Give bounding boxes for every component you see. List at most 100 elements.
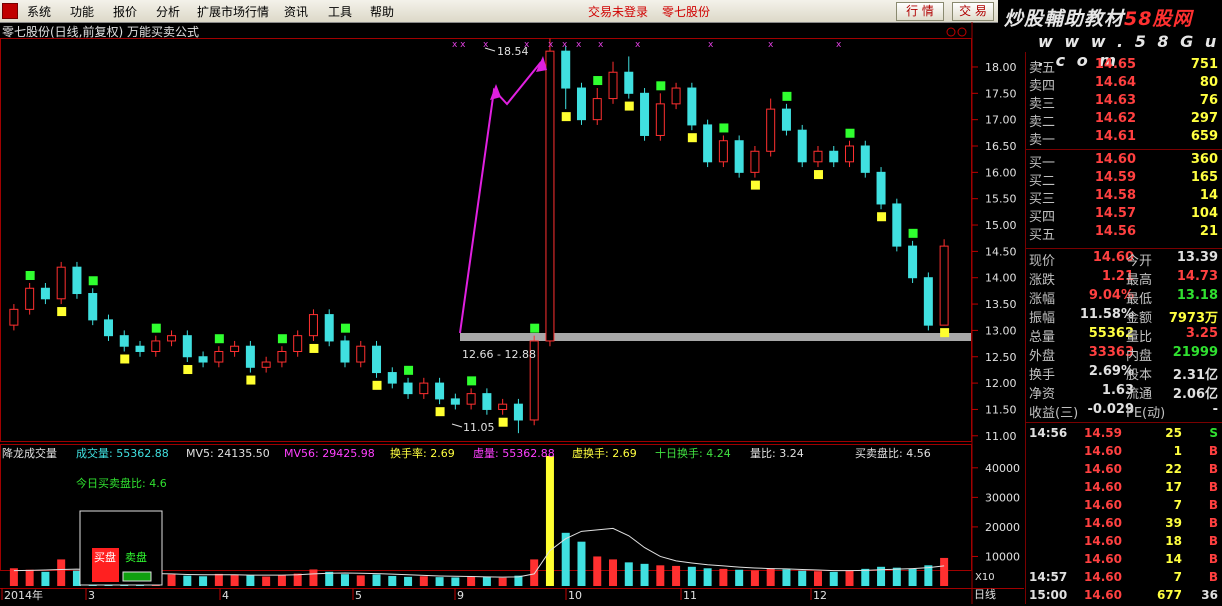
stat-value-2: 7973万 [1168, 311, 1218, 326]
candle-body [293, 335, 303, 352]
bid-row: 买三 14.58 14 [1026, 188, 1222, 207]
ask-volume: 297 [1190, 111, 1218, 126]
volume-bar [672, 565, 681, 586]
bid-row: 买五 14.56 21 [1026, 224, 1222, 243]
stat-value: 11.58% [1079, 307, 1134, 322]
volume-bar [372, 574, 381, 586]
candle-body [655, 103, 665, 136]
low-price-pointer [451, 423, 463, 428]
menu-extended-market[interactable]: 扩展市场行情 [197, 3, 269, 20]
tick-row: 15:00 14.60 677 36 [1026, 588, 1222, 606]
candle-body [9, 308, 19, 326]
trend-arrow-head-2 [536, 56, 547, 72]
quote-panel: 卖五 14.65 751 卖四 14.64 80 卖三 14.63 76 卖二 14.62 297 卖一… [1025, 52, 1222, 604]
support-zone-label: 12.66 - 12.88 [462, 348, 536, 361]
sell-signal-marker [120, 354, 130, 364]
ticks-divider [1026, 422, 1222, 423]
menu-function[interactable]: 功能 [70, 3, 94, 20]
sell-signal-marker [372, 380, 382, 390]
volume-bar [199, 576, 208, 586]
menu-quote[interactable]: 报价 [113, 3, 137, 20]
sell-signal-marker [498, 417, 508, 427]
quote-button[interactable]: 行 情 [896, 2, 944, 21]
volume-indicator-label: 成交量: 55362.88 [76, 446, 169, 460]
ask-price: 14.64 [1094, 75, 1136, 90]
menu-help[interactable]: 帮助 [370, 3, 394, 20]
volume-bar [593, 556, 602, 586]
buy-signal-marker [719, 123, 729, 133]
price-tick-label: 12.00 [985, 377, 1017, 390]
volume-bar [892, 567, 901, 586]
bid-price: 14.60 [1094, 152, 1136, 167]
volume-bar [246, 575, 255, 586]
sell-signal-marker [246, 375, 256, 385]
volume-indicator-header: 成交量: 55362.88 MV5: 24135.50 MV56: 29425.98… [76, 446, 931, 460]
stat-value-2: 13.18 [1176, 288, 1218, 303]
volume-bar [545, 456, 554, 586]
tick-time: 15:00 [1029, 588, 1068, 602]
stats-row: 净资 1.63 流通 2.06亿 [1026, 383, 1222, 402]
volume-bar [277, 575, 286, 586]
tick-side: B [1208, 552, 1218, 566]
menu-system[interactable]: 系统 [27, 3, 51, 20]
bid-row: 买四 14.57 104 [1026, 206, 1222, 225]
stat-value: 1.63 [1101, 383, 1134, 398]
bid-volume: 104 [1190, 206, 1218, 221]
buy-signal-marker [25, 270, 35, 280]
ask-level-label: 卖五 [1029, 61, 1056, 76]
tick-price: 14.60 [1084, 444, 1122, 458]
trend-arrow-head-1 [490, 84, 501, 100]
stat-value-2: 14.73 [1176, 269, 1218, 284]
sell-signal-marker [624, 101, 634, 111]
candle-body [687, 87, 697, 126]
volume-bar [482, 576, 491, 586]
stat-value: 55362 [1088, 326, 1134, 341]
volume-bar [41, 571, 50, 586]
ask-price: 14.63 [1094, 93, 1136, 108]
candle-body [372, 345, 382, 374]
panel-option-icon[interactable] [946, 27, 956, 37]
volume-indicator-label: 虚换手: 2.69 [572, 446, 637, 460]
stat-value-2: 3.25 [1185, 326, 1218, 341]
stats-row: 涨跌 1.21 最高 14.73 [1026, 269, 1222, 288]
candle-body [939, 245, 949, 326]
tick-side: B [1208, 480, 1218, 494]
menu-info[interactable]: 资讯 [284, 3, 308, 20]
volume-bar [924, 565, 933, 586]
tick-volume: 25 [1165, 426, 1182, 440]
svg-text:x: x [598, 40, 604, 50]
bid-volume: 14 [1199, 188, 1218, 203]
volume-bar [57, 559, 66, 586]
candle-body [608, 71, 618, 100]
bid-row: 买一 14.60 360 [1026, 152, 1222, 171]
panel-close-icon[interactable] [957, 27, 967, 37]
date-tick-label: 3 [88, 589, 95, 602]
candle-body [88, 293, 98, 321]
app-logo-icon[interactable] [2, 3, 18, 19]
login-status: 交易未登录 [588, 5, 649, 19]
menu-tools[interactable]: 工具 [328, 3, 352, 20]
volume-bar [782, 569, 791, 586]
svg-text:x: x [562, 40, 568, 50]
candle-body [734, 140, 744, 173]
kline-chart[interactable]: 18.00 17.50 17.00 16.50 16.00 15.50 15.00 14.50… [0, 22, 1024, 604]
tick-row: 14.60 39 B [1026, 516, 1222, 534]
volume-bar [687, 566, 696, 586]
volume-tick-label: 40000 [985, 462, 1020, 475]
sell-signal-marker [813, 170, 823, 180]
candle-body [103, 319, 113, 337]
tick-volume: 677 [1156, 588, 1182, 602]
period-tab-daily[interactable]: 日线 [974, 587, 996, 601]
volume-bar [640, 563, 649, 586]
ask-price: 14.65 [1094, 57, 1136, 72]
menu-analysis[interactable]: 分析 [156, 3, 180, 20]
volume-panel-title: 降龙成交量 [2, 446, 57, 460]
tick-price: 14.60 [1084, 534, 1122, 548]
stats-row: 外盘 33363 内盘 21999 [1026, 345, 1222, 364]
price-tick-label: 14.50 [985, 245, 1017, 258]
volume-bar [750, 570, 759, 586]
candle-body [340, 340, 350, 363]
trade-button[interactable]: 交 易 [952, 2, 994, 21]
candle-body [245, 345, 255, 368]
volume-bar [451, 577, 460, 586]
